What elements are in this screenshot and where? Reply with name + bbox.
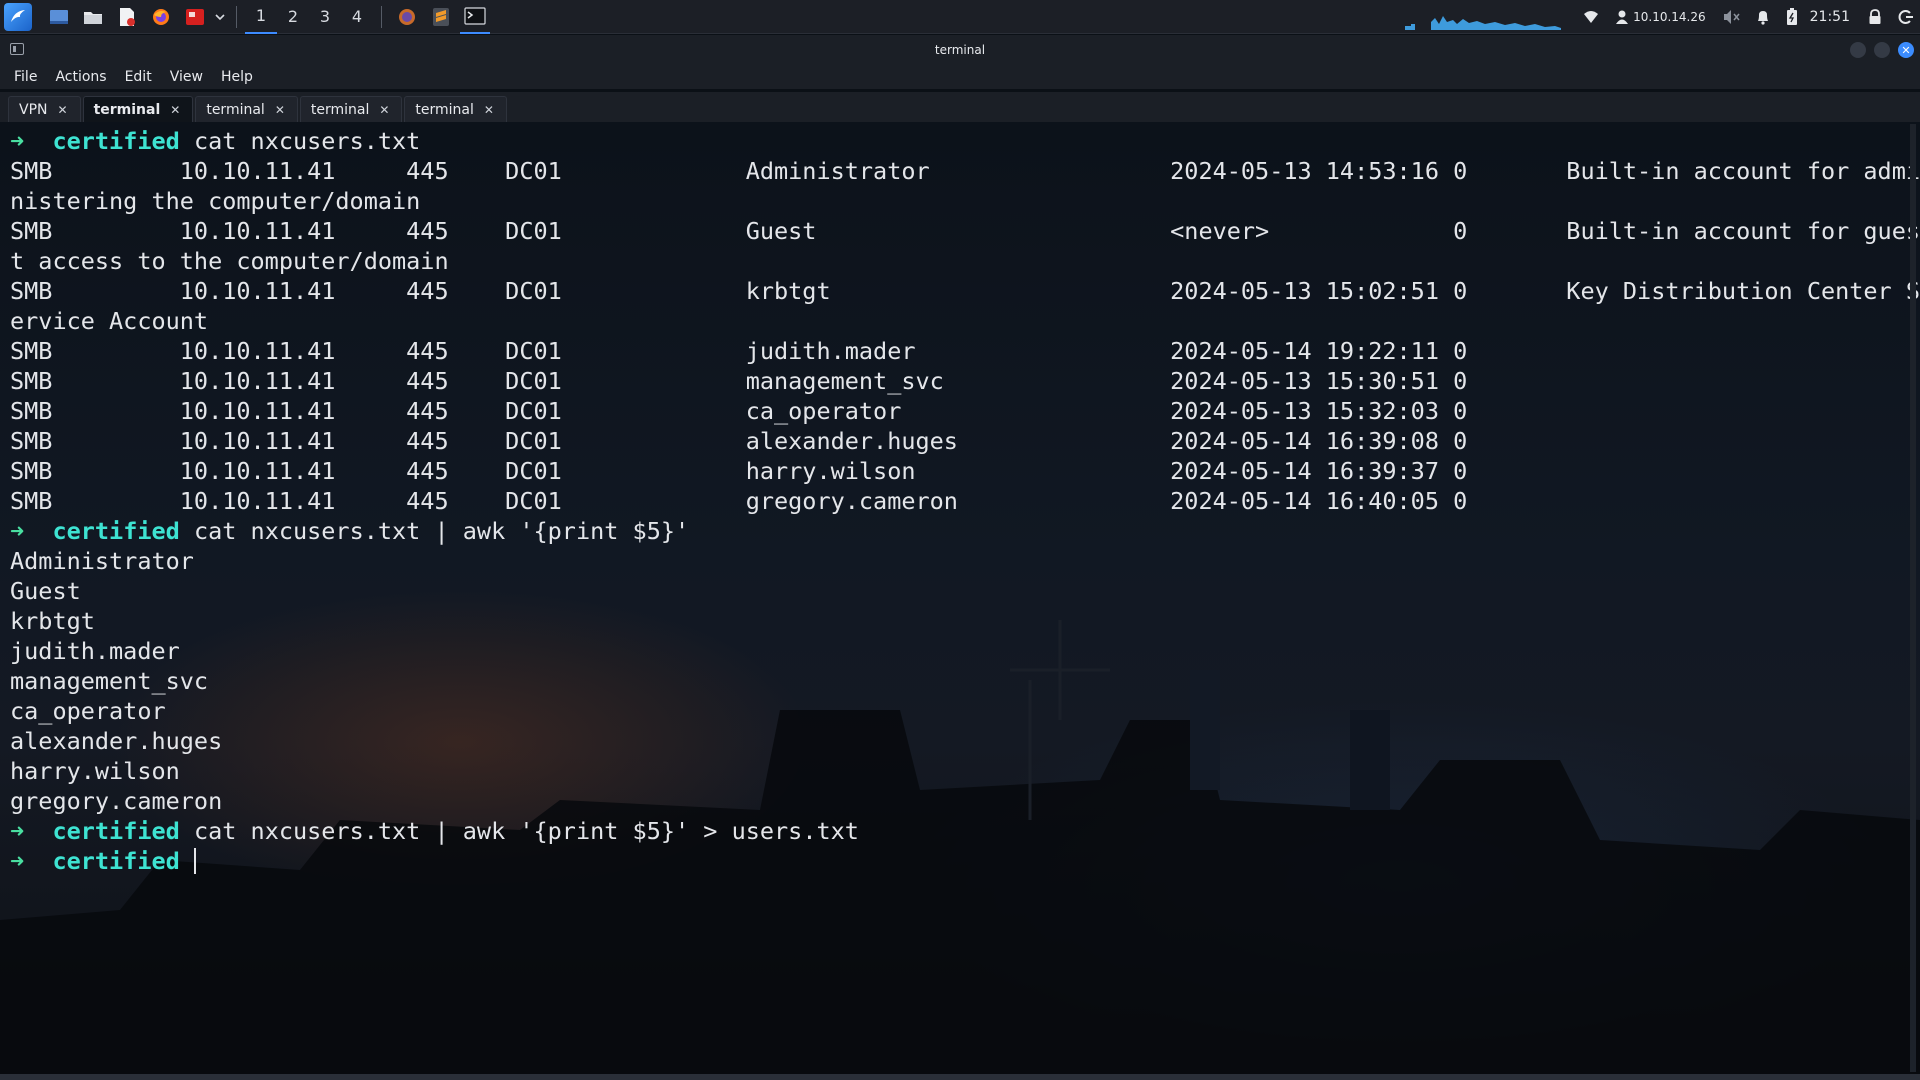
workspace-4[interactable]: 4 [341,0,373,34]
tab-close-icon[interactable]: ✕ [58,103,68,117]
output-line: gregory.cameron [10,787,223,815]
output-line: SMB 10.10.11.41 445 DC01 judith.mader 20… [10,337,1468,365]
output-line: alexander.huges [10,727,223,755]
output-line: Guest [10,577,81,605]
menubar: File Actions Edit View Help [0,65,1920,89]
vpn-ip: 10.10.14.26 [1633,10,1706,24]
output-line: Administrator [10,547,194,575]
clock[interactable]: 21:51 [1810,9,1850,25]
mute-icon[interactable] [1722,0,1740,34]
workspace-3[interactable]: 3 [309,0,341,34]
prompt-line: ➜ certified cat nxcusers.txt [10,126,1920,156]
output-line: judith.mader [10,637,180,665]
tab-terminal[interactable]: terminal ✕ [404,96,507,122]
prompt-command: cat nxcusers.txt | awk '{print $5}' > us… [193,817,859,845]
menu-view[interactable]: View [170,69,203,85]
menu-file[interactable]: File [14,69,37,85]
prompt-arrow-icon: ➜ [10,817,25,845]
prompt-directory: certified [52,817,180,845]
wifi-icon[interactable] [1583,0,1599,34]
battery-icon[interactable] [1786,0,1798,34]
prompt-arrow-icon: ➜ [10,517,25,545]
output-line: krbtgt [10,607,95,635]
prompt-command: cat nxcusers.txt [193,127,421,155]
file-manager-icon[interactable] [81,5,105,29]
output-line: SMB 10.10.11.41 445 DC01 alexander.huges… [10,427,1468,455]
logout-icon[interactable] [1898,0,1914,34]
prompt-directory: certified [52,517,180,545]
workspace-2[interactable]: 2 [277,0,309,34]
prompt-directory: certified [52,127,180,155]
network-graph [1405,16,1562,30]
prompt-command: cat nxcusers.txt | awk '{print $5}' [193,517,690,545]
tab-terminal[interactable]: terminal ✕ [195,96,298,122]
text-editor-icon[interactable] [115,5,139,29]
output-line: SMB 10.10.11.41 445 DC01 Administrator 2… [10,157,1920,185]
text-cursor [193,848,196,874]
output-line: nistering the computer/domain [10,187,421,215]
prompt-arrow-icon: ➜ [10,847,25,875]
notification-bell-icon[interactable] [1756,0,1770,34]
tab-label: terminal [93,101,161,118]
tab-label: terminal [415,101,474,118]
window-bottom-border [0,1074,1920,1080]
output-line: harry.wilson [10,757,180,785]
prompt-directory: certified [52,847,180,875]
minimize-button[interactable] [1850,42,1866,58]
output-line: SMB 10.10.11.41 445 DC01 gregory.cameron… [10,487,1468,515]
app-menu-icon[interactable] [4,2,32,31]
top-panel: 1 2 3 4 10.10.14.26 21:51 [0,0,1920,34]
menu-help[interactable]: Help [221,69,253,85]
prompt-line: ➜ certified cat nxcusers.txt | awk '{pri… [10,516,1920,546]
prompt-line: ➜ certified cat nxcusers.txt | awk '{pri… [10,816,1920,846]
maximize-button[interactable] [1874,42,1890,58]
prompt-arrow-icon: ➜ [10,127,25,155]
workspace-1[interactable]: 1 [245,0,277,34]
tab-vpn[interactable]: VPN ✕ [8,96,81,122]
terminal-output: ➜ certified cat nxcusers.txt SMB 10.10.11… [10,126,1920,876]
tab-terminal[interactable]: terminal ✕ [299,96,403,122]
tab-close-icon[interactable]: ✕ [170,103,180,117]
tab-close-icon[interactable]: ✕ [379,103,389,117]
lock-icon[interactable] [1868,0,1882,34]
panel-separator [236,5,237,28]
output-line: SMB 10.10.11.41 445 DC01 harry.wilson 20… [10,457,1468,485]
tab-close-icon[interactable]: ✕ [484,103,494,117]
window-title: terminal [934,43,986,57]
output-line: ervice Account [10,307,209,335]
output-line: SMB 10.10.11.41 445 DC01 krbtgt 2024-05-… [10,277,1920,305]
output-line: SMB 10.10.11.41 445 DC01 ca_operator 202… [10,397,1468,425]
output-line: management_svc [10,667,209,695]
terminal-scrollbar[interactable] [1910,124,1916,1072]
close-button[interactable]: ✕ [1898,42,1914,58]
tab-terminal-active[interactable]: terminal ✕ [82,96,194,122]
tab-bar: VPN ✕ terminal ✕ terminal ✕ terminal ✕ t… [0,92,1920,122]
panel-separator [381,5,382,28]
output-line: SMB 10.10.11.41 445 DC01 management_svc … [10,367,1468,395]
app-red-icon[interactable] [183,5,207,29]
terminal-view[interactable]: ➜ certified cat nxcusers.txt SMB 10.10.11… [0,122,1920,1080]
task-firefox-icon[interactable] [392,0,422,34]
prompt-line: ➜ certified [10,846,1920,876]
menu-edit[interactable]: Edit [125,69,152,85]
tab-label: VPN [19,101,48,118]
tab-label: terminal [310,101,370,118]
vpn-icon[interactable] [1615,0,1629,34]
output-line: t access to the computer/domain [10,247,449,275]
show-desktop-icon[interactable] [47,5,71,29]
window-titlebar[interactable]: terminal ✕ [0,35,1920,65]
menu-actions[interactable]: Actions [55,69,106,85]
output-line: ca_operator [10,697,166,725]
firefox-icon[interactable] [149,5,173,29]
task-sublime-icon[interactable] [426,0,456,34]
tab-label: terminal [206,101,265,118]
tab-close-icon[interactable]: ✕ [275,103,285,117]
chevron-down-icon[interactable] [214,5,226,29]
output-line: SMB 10.10.11.41 445 DC01 Guest <never> 0… [10,217,1920,245]
window-menu-icon[interactable] [10,43,24,55]
task-terminal-icon[interactable] [460,0,490,34]
